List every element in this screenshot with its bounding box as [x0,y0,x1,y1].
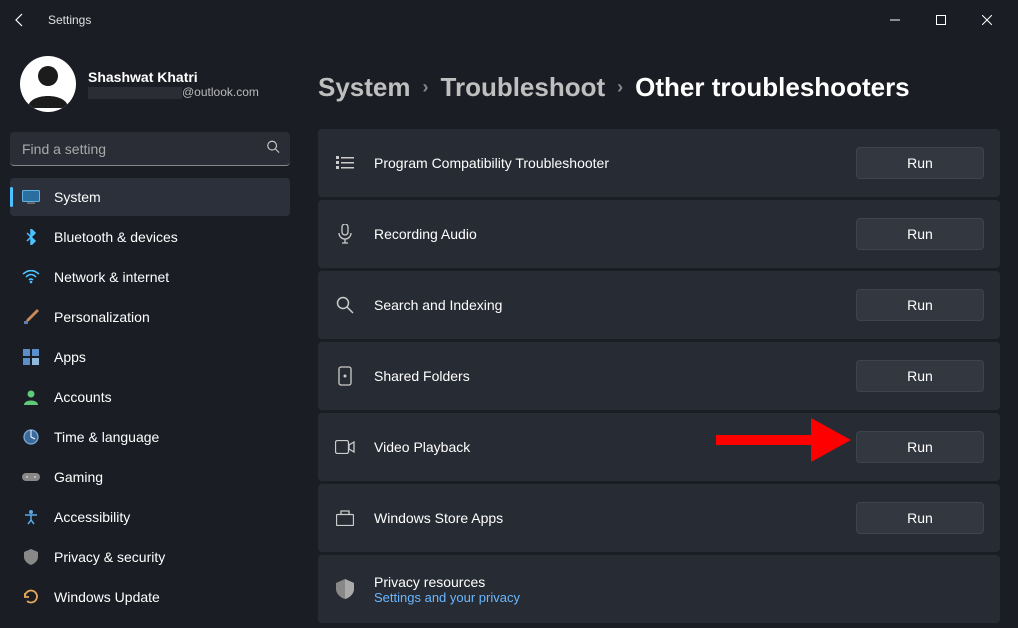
search-box [10,132,290,166]
minimize-icon [890,15,900,25]
main-panel: System › Troubleshoot › Other troublesho… [300,40,1018,628]
nav-label: Personalization [54,309,150,325]
nav-item-accounts[interactable]: Accounts [10,378,290,416]
card-video-playback: Video Playback Run [318,413,1000,481]
card-label: Video Playback [374,439,856,455]
nav-label: Network & internet [54,269,169,285]
card-privacy-resources[interactable]: Privacy resources Settings and your priv… [318,555,1000,623]
shield-icon [22,548,40,566]
breadcrumb-system[interactable]: System [318,72,411,103]
wifi-icon [22,268,40,286]
apps-icon [22,348,40,366]
run-button[interactable]: Run [856,360,984,392]
chevron-right-icon: › [423,77,429,98]
nav-label: Accounts [54,389,112,405]
run-button[interactable]: Run [856,218,984,250]
privacy-link[interactable]: Settings and your privacy [374,590,984,605]
card-label: Recording Audio [374,226,856,242]
card-label: Privacy resources [374,574,984,590]
titlebar: Settings [0,0,1018,40]
window-title: Settings [48,13,91,27]
run-button[interactable]: Run [856,289,984,321]
search-icon [334,296,356,314]
card-label: Windows Store Apps [374,510,856,526]
avatar [20,56,76,112]
accessibility-icon [22,508,40,526]
maximize-icon [936,15,946,25]
breadcrumb-current: Other troubleshooters [635,72,909,103]
profile-section[interactable]: Shashwat Khatri @outlook.com [10,48,290,128]
troubleshooter-list: Program Compatibility Troubleshooter Run… [318,129,1000,623]
card-label: Search and Indexing [374,297,856,313]
card-recording-audio: Recording Audio Run [318,200,1000,268]
nav-label: System [54,189,101,205]
nav-label: Bluetooth & devices [54,229,178,245]
search-input[interactable] [10,132,290,166]
sidebar: Shashwat Khatri @outlook.com System Blue… [0,40,300,628]
globe-clock-icon [22,428,40,446]
person-icon [22,388,40,406]
nav-label: Apps [54,349,86,365]
gamepad-icon [22,468,40,486]
card-windows-store: Windows Store Apps Run [318,484,1000,552]
nav-item-time[interactable]: Time & language [10,418,290,456]
close-button[interactable] [964,4,1010,36]
nav-item-privacy[interactable]: Privacy & security [10,538,290,576]
run-button[interactable]: Run [856,431,984,463]
chevron-right-icon: › [617,77,623,98]
device-share-icon [334,366,356,386]
nav-label: Privacy & security [54,549,165,565]
nav-label: Windows Update [54,589,160,605]
card-label: Shared Folders [374,368,856,384]
breadcrumb-troubleshoot[interactable]: Troubleshoot [441,72,606,103]
nav-item-system[interactable]: System [10,178,290,216]
list-icon [334,155,356,171]
nav-label: Accessibility [54,509,130,525]
close-icon [982,15,992,25]
nav-item-gaming[interactable]: Gaming [10,458,290,496]
video-icon [334,440,356,454]
bluetooth-icon [22,228,40,246]
brush-icon [22,308,40,326]
card-shared-folders: Shared Folders Run [318,342,1000,410]
profile-email: @outlook.com [88,85,259,99]
nav-item-network[interactable]: Network & internet [10,258,290,296]
breadcrumb: System › Troubleshoot › Other troublesho… [318,72,1000,103]
back-button[interactable] [8,8,32,32]
nav-item-accessibility[interactable]: Accessibility [10,498,290,536]
nav-item-apps[interactable]: Apps [10,338,290,376]
run-button[interactable]: Run [856,147,984,179]
shield-icon [334,579,356,599]
minimize-button[interactable] [872,4,918,36]
card-label: Program Compatibility Troubleshooter [374,155,856,171]
system-icon [22,188,40,206]
nav-item-bluetooth[interactable]: Bluetooth & devices [10,218,290,256]
microphone-icon [334,224,356,244]
card-search-indexing: Search and Indexing Run [318,271,1000,339]
nav-item-update[interactable]: Windows Update [10,578,290,616]
run-button[interactable]: Run [856,502,984,534]
update-icon [22,588,40,606]
nav-label: Time & language [54,429,159,445]
nav-label: Gaming [54,469,103,485]
card-program-compat: Program Compatibility Troubleshooter Run [318,129,1000,197]
nav: System Bluetooth & devices Network & int… [10,178,290,616]
profile-name: Shashwat Khatri [88,69,259,85]
arrow-left-icon [12,12,28,28]
nav-item-personalization[interactable]: Personalization [10,298,290,336]
store-icon [334,510,356,526]
maximize-button[interactable] [918,4,964,36]
